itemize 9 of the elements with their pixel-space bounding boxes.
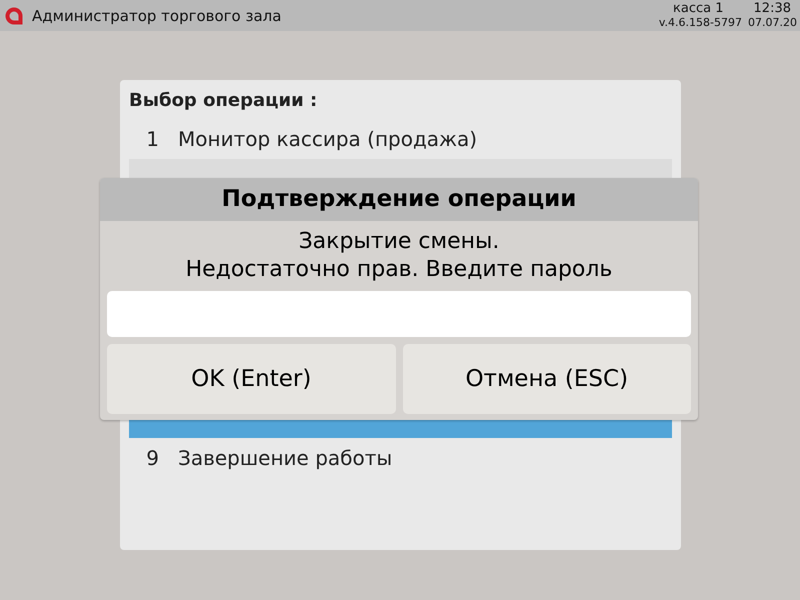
register-label: касса 1 bbox=[673, 1, 724, 16]
date-label: 07.07.20 bbox=[748, 16, 797, 30]
menu-title: Выбор операции : bbox=[129, 89, 318, 113]
app-title: Администратор торгового зала bbox=[32, 6, 282, 24]
clock-time: 12:38 bbox=[754, 1, 791, 16]
dialog-message: Закрытие смены. bbox=[298, 228, 500, 256]
version-label: v.4.6.158-5797 bbox=[658, 16, 742, 30]
dialog-message: Недостаточно прав. Введите пароль bbox=[184, 256, 614, 284]
dialog-title: Подтверждение операции bbox=[100, 178, 698, 221]
